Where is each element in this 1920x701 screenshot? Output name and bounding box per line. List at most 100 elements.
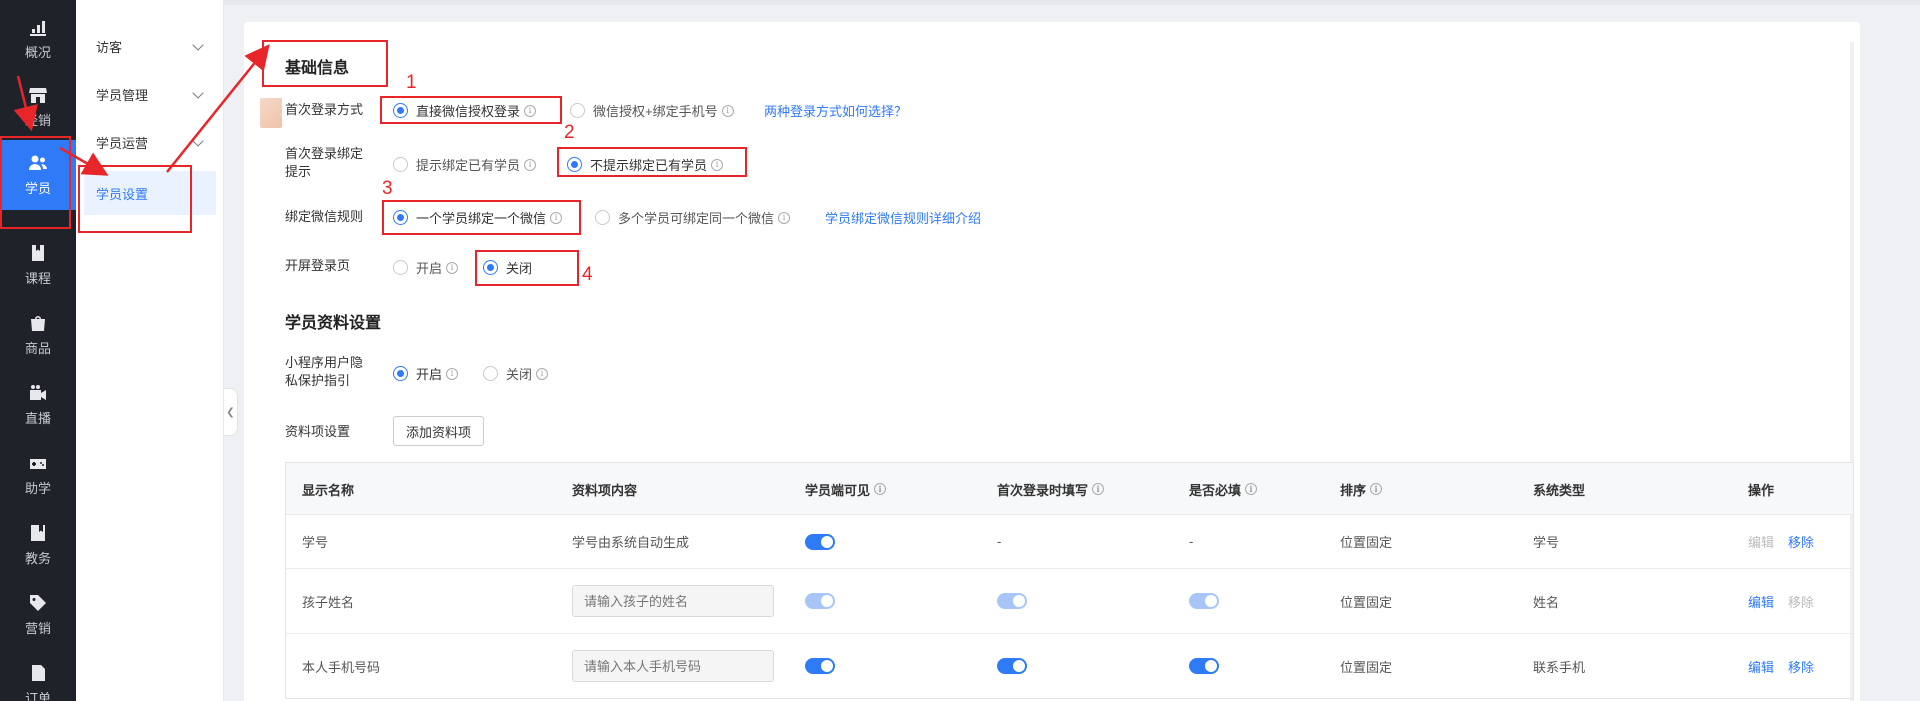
nav-item-label: 课程 [24, 271, 51, 286]
submenu-item-label: 学员管理 [96, 87, 149, 103]
nav-item-orders[interactable]: 订单 [0, 650, 76, 701]
chevron-down-icon [192, 135, 204, 147]
cell-required [1189, 634, 1219, 698]
cell-first-login-fill [997, 569, 1027, 633]
nav-item-learning-aid[interactable]: 助学 [0, 440, 76, 510]
radio-dot [393, 260, 408, 275]
radio-multi-student-same-wechat[interactable]: 多个学员可绑定同一个微信 i [595, 208, 791, 227]
submenu-item-student-management[interactable]: 学员管理 [84, 72, 216, 116]
login-method-help-link[interactable]: 两种登录方式如何选择？ [764, 101, 907, 120]
nav-item-live[interactable]: 直播 [0, 370, 76, 440]
info-icon[interactable]: i [446, 261, 459, 274]
radio-direct-wechat-login[interactable]: 直接微信授权登录 i [393, 101, 537, 120]
gamepad-icon [30, 459, 46, 469]
cell-actions: 编辑 移除 [1748, 634, 1814, 698]
nav-item-distribution[interactable]: 经销 [0, 72, 76, 142]
nav-item-overview[interactable]: 概况 [0, 4, 76, 74]
column-header-label: 学员端可见 [805, 482, 871, 498]
radio-label: 一个学员绑定一个微信 [416, 211, 547, 226]
info-icon[interactable]: i [711, 158, 724, 171]
cell-content [572, 569, 774, 633]
cell-actions: 编辑 移除 [1748, 515, 1814, 568]
radio-privacy-on[interactable]: 开启 i [393, 364, 459, 383]
nav-item-label: 助学 [24, 481, 51, 496]
submenu-item-label: 访客 [96, 39, 123, 55]
label-line: 小程序用户隐 [285, 355, 364, 370]
nav-item-courses[interactable]: 课程 [0, 230, 76, 300]
child-name-input [572, 585, 774, 617]
annotation-number: 2 [564, 122, 575, 143]
radio-splash-off[interactable]: 关闭 [483, 258, 532, 277]
cell-display-name: 孩子姓名 [302, 594, 355, 610]
radio-label: 关闭 [506, 367, 533, 382]
edit-button[interactable]: 编辑 [1748, 592, 1774, 611]
cell-order: 位置固定 [1340, 659, 1393, 675]
column-header-actions: 操作 [1748, 482, 1775, 498]
nav-item-products[interactable]: 商品 [0, 300, 76, 370]
column-header-label: 首次登录时填写 [997, 482, 1089, 498]
info-icon[interactable]: i [446, 367, 459, 380]
visible-toggle [805, 593, 835, 609]
edit-button[interactable]: 编辑 [1748, 657, 1774, 676]
radio-wechat-plus-phone[interactable]: 微信授权+绑定手机号 i [570, 101, 734, 120]
submenu-item-student-operations[interactable]: 学员运营 [84, 120, 216, 164]
column-header-label: 是否必填 [1189, 482, 1242, 498]
remove-button[interactable]: 移除 [1788, 532, 1814, 551]
first-login-fill-toggle[interactable] [997, 658, 1027, 674]
cell-first-login-fill: - [997, 534, 1002, 549]
info-icon[interactable]: i [550, 211, 563, 224]
privacy-guide-label: 小程序用户隐 私保护指引 [285, 354, 363, 390]
table-row: 本人手机号码 位置固定 联系手机 编辑 移除 [286, 634, 1853, 698]
radio-privacy-off[interactable]: 关闭 i [483, 364, 549, 383]
info-icon[interactable]: i [778, 211, 791, 224]
info-icon[interactable]: i [1092, 483, 1105, 495]
info-icon[interactable]: i [524, 158, 537, 171]
radio-prompt-bind-existing[interactable]: 提示绑定已有学员 i [393, 155, 537, 174]
submenu-item-label: 学员运营 [96, 135, 149, 151]
cell-system-type: 联系手机 [1533, 659, 1586, 675]
label-line: 提示 [285, 164, 312, 179]
tag-icon [30, 595, 46, 611]
submenu-item-student-settings[interactable]: 学员设置 [84, 171, 216, 215]
nav-item-students[interactable]: 学员 [0, 140, 76, 210]
info-icon[interactable]: i [1370, 483, 1383, 495]
visible-toggle[interactable] [805, 658, 835, 674]
radio-label: 直接微信授权登录 [416, 104, 521, 119]
remove-button[interactable]: 移除 [1788, 657, 1814, 676]
radio-splash-on[interactable]: 开启 i [393, 258, 459, 277]
book-icon [32, 245, 44, 261]
phone-number-input [572, 650, 774, 682]
cell-first-login-fill [997, 634, 1027, 698]
info-icon[interactable]: i [524, 104, 537, 117]
edit-button: 编辑 [1748, 535, 1775, 550]
cell-display-name: 学号 [302, 535, 329, 550]
chevron-down-icon [192, 39, 204, 51]
radio-no-prompt-bind-existing[interactable]: 不提示绑定已有学员 i [567, 155, 724, 174]
column-header-label: 排序 [1340, 482, 1367, 498]
info-icon[interactable]: i [721, 104, 734, 117]
primary-nav: 概况 经销 学员 课程 商品 直播 助学 教务 营销 订单 [0, 0, 76, 701]
secondary-menu: 访客 学员管理 学员运营 学员设置 [76, 0, 224, 701]
required-toggle[interactable] [1189, 658, 1219, 674]
add-profile-field-button[interactable]: 添加资料项 [393, 416, 485, 446]
column-header-first-login-fill: 首次登录时填写 i [997, 463, 1105, 515]
column-header-content: 资料项内容 [572, 482, 638, 498]
nav-item-academic[interactable]: 教务 [0, 510, 76, 580]
nav-item-label: 直播 [24, 411, 51, 426]
info-icon[interactable]: i [874, 483, 887, 495]
bag-icon [31, 316, 45, 331]
cell-actions: 编辑 移除 [1748, 569, 1814, 633]
wechat-rule-help-link[interactable]: 学员绑定微信规则详细介绍 [825, 208, 981, 227]
visible-toggle[interactable] [805, 533, 835, 550]
collapse-menu-toggle[interactable]: ❮ [224, 388, 238, 436]
nav-item-label: 营销 [24, 621, 51, 636]
nav-item-marketing[interactable]: 营销 [0, 580, 76, 650]
table-header: 显示名称 资料项内容 学员端可见 i 首次登录时填写 i 是否必填 i 排序 i 系统类… [286, 463, 1853, 515]
table-row: 学号 学号由系统自动生成 - - 位置固定 学号 编辑 移除 [286, 515, 1853, 569]
cell-visible [805, 515, 835, 568]
nav-item-label: 订单 [24, 691, 51, 701]
radio-one-student-one-wechat[interactable]: 一个学员绑定一个微信 i [393, 208, 563, 227]
info-icon[interactable]: i [536, 367, 549, 380]
info-icon[interactable]: i [1245, 483, 1258, 495]
submenu-item-visitors[interactable]: 访客 [84, 24, 216, 68]
